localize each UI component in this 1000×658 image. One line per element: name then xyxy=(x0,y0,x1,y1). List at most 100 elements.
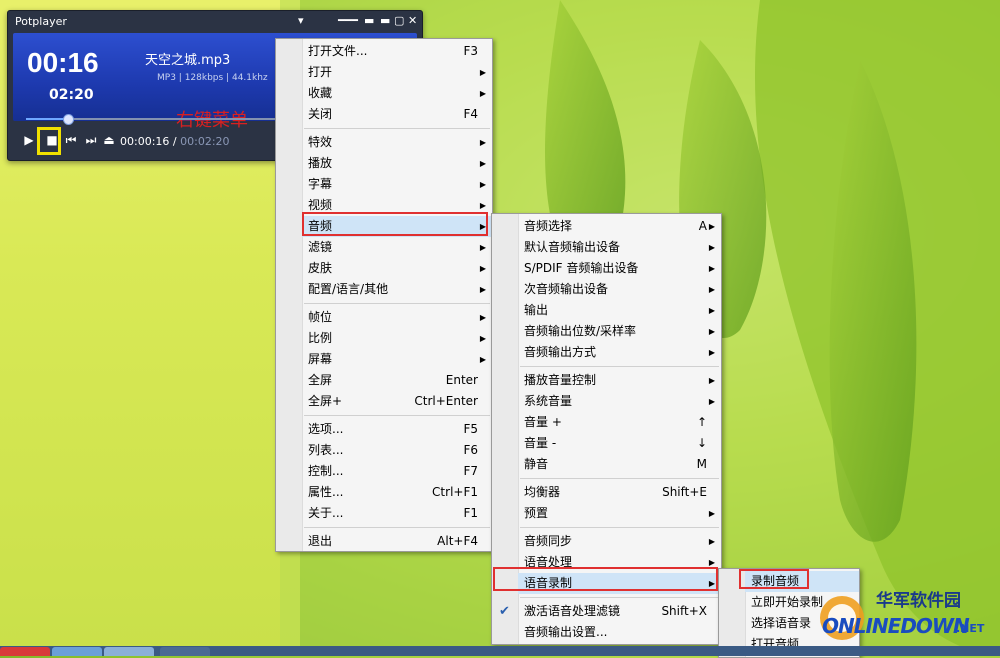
context-menu-item[interactable]: 皮肤 ▶ xyxy=(302,258,492,279)
audio-submenu-item-label: 音频输出方式 xyxy=(524,345,597,359)
context-menu-item-label: 选项... xyxy=(308,422,344,436)
audio-submenu-item-label: 静音 xyxy=(524,457,549,471)
seek-knob[interactable] xyxy=(62,114,74,125)
submenu-arrow-icon: ▶ xyxy=(479,180,486,189)
context-menu-item-label: 关于... xyxy=(308,506,344,520)
context-menu-item[interactable]: 退出 Alt+F4 xyxy=(302,531,492,552)
submenu-arrow-icon: ▶ xyxy=(708,509,715,518)
maximize-icon[interactable]: ▢ xyxy=(394,14,404,27)
audio-submenu-item[interactable]: 音频输出位数/采样率 ▶ xyxy=(518,321,721,342)
submenu-arrow-icon: ▶ xyxy=(708,285,715,294)
watermark-cn: 华军软件园 xyxy=(876,591,961,611)
record-submenu-item-label: 选择语音录 xyxy=(751,616,812,630)
track-samplerate: 44.1khz xyxy=(231,73,268,83)
menu-separator xyxy=(520,597,719,598)
context-menu-item-shortcut: F6 xyxy=(463,443,478,457)
audio-submenu-item[interactable]: 激活语音处理滤镜 Shift+X ✔ xyxy=(499,601,721,622)
context-menu-item[interactable]: 屏幕 ▶ xyxy=(302,349,492,370)
submenu-arrow-icon: ▶ xyxy=(479,89,486,98)
audio-submenu-item[interactable]: 音量 + ↑ xyxy=(518,412,721,433)
audio-submenu-item[interactable]: 系统音量 ▶ xyxy=(518,391,721,412)
submenu-arrow-icon: ▶ xyxy=(479,138,486,147)
context-menu-item[interactable]: 比例 ▶ xyxy=(302,328,492,349)
context-menu-item-label: 全屏 xyxy=(308,373,333,387)
context-menu-item[interactable]: 收藏 ▶ xyxy=(302,83,492,104)
audio-submenu-item-shortcut: Shift+X xyxy=(661,604,707,618)
minimize-icon[interactable]: ▬ xyxy=(364,14,374,27)
context-menu-item-shortcut: Ctrl+F1 xyxy=(432,485,478,499)
context-menu-item[interactable]: 控制... F7 xyxy=(302,461,492,482)
audio-submenu-item[interactable]: 静音 M xyxy=(518,454,721,475)
audio-submenu-item[interactable]: 音频输出设置... xyxy=(518,622,721,643)
context-menu-item-label: 全屏+ xyxy=(308,394,343,408)
context-menu-item[interactable]: 字幕 ▶ xyxy=(302,174,492,195)
menu-separator xyxy=(520,478,719,479)
context-menu-item-shortcut: F5 xyxy=(463,422,478,436)
submenu-arrow-icon: ▶ xyxy=(708,348,715,357)
submenu-arrow-icon: ▶ xyxy=(708,376,715,385)
audio-submenu-item[interactable]: S/PDIF 音频输出设备 ▶ xyxy=(518,258,721,279)
audio-submenu-item[interactable]: 均衡器 Shift+E xyxy=(518,482,721,503)
context-menu-item[interactable]: 全屏+ Ctrl+Enter xyxy=(302,391,492,412)
context-menu-item[interactable]: 属性... Ctrl+F1 xyxy=(302,482,492,503)
previous-icon[interactable]: ⏮ xyxy=(62,131,80,149)
menu-icon-strip xyxy=(276,39,303,551)
volume-mini-slider[interactable]: ━━━ xyxy=(338,14,358,27)
play-icon[interactable]: ▶ xyxy=(20,131,38,149)
audio-submenu-item-label: 激活语音处理滤镜 xyxy=(524,604,621,618)
context-menu-item[interactable]: 列表... F6 xyxy=(302,440,492,461)
audio-submenu-item[interactable]: 默认音频输出设备 ▶ xyxy=(518,237,721,258)
audio-submenu-item[interactable]: 音频同步 ▶ xyxy=(518,531,721,552)
record-submenu-item-label: 立即开始录制 xyxy=(751,595,824,609)
context-menu-item[interactable]: 打开 ▶ xyxy=(302,62,492,83)
context-menu-item[interactable]: 全屏 Enter xyxy=(302,370,492,391)
time-elapsed: 00:00:16 xyxy=(120,135,170,148)
audio-submenu-item[interactable]: 音量 - ↓ xyxy=(518,433,721,454)
audio-submenu-item[interactable]: 播放音量控制 ▶ xyxy=(518,370,721,391)
taskbar-app-1[interactable] xyxy=(0,647,50,656)
eject-icon[interactable]: ⏏ xyxy=(100,131,118,149)
context-menu-item[interactable]: 关于... F1 xyxy=(302,503,492,524)
close-icon[interactable]: ✕ xyxy=(408,14,417,27)
context-menu-item[interactable]: 配置/语言/其他 ▶ xyxy=(302,279,492,300)
audio-submenu-item[interactable]: 音频输出方式 ▶ xyxy=(518,342,721,363)
audio-submenu-item-label: 音量 - xyxy=(524,436,557,450)
context-menu-item[interactable]: 选项... F5 xyxy=(302,419,492,440)
app-title[interactable]: Potplayer xyxy=(15,15,67,28)
submenu-arrow-icon: ▶ xyxy=(479,285,486,294)
track-name: 天空之城.mp3 xyxy=(145,53,231,68)
context-menu-item[interactable]: 打开文件... F3 xyxy=(302,41,492,62)
context-menu-item[interactable]: 滤镜 ▶ xyxy=(302,237,492,258)
context-menu-item-label: 皮肤 xyxy=(308,261,333,275)
context-menu-item[interactable]: 特效 ▶ xyxy=(302,132,492,153)
menu-separator xyxy=(304,303,490,304)
watermark-en: ONLINEDOWN xyxy=(822,614,970,638)
minimize-button[interactable]: ▬ xyxy=(380,14,390,27)
submenu-arrow-icon: ▶ xyxy=(479,68,486,77)
context-menu-item-label: 比例 xyxy=(308,331,333,345)
audio-submenu-item[interactable]: 输出 ▶ xyxy=(518,300,721,321)
context-menu-item-shortcut: F7 xyxy=(463,464,478,478)
total-time-small: 02:20 xyxy=(49,87,94,103)
watermark: 华军软件园 ONLINEDOWN .NET xyxy=(818,578,1000,650)
audio-submenu-item-label: 播放音量控制 xyxy=(524,373,597,387)
chevron-down-icon[interactable]: ▾ xyxy=(298,14,304,27)
taskbar-app-4[interactable] xyxy=(160,647,210,656)
context-menu-item[interactable]: 播放 ▶ xyxy=(302,153,492,174)
context-menu-item-label: 特效 xyxy=(308,135,333,149)
taskbar-app-3[interactable] xyxy=(104,647,154,656)
context-menu-item-shortcut: Enter xyxy=(445,373,478,387)
context-menu-item-label: 屏幕 xyxy=(308,352,333,366)
taskbar-app-2[interactable] xyxy=(52,647,102,656)
context-menu-item-shortcut: F3 xyxy=(463,44,478,58)
audio-submenu-item[interactable]: 次音频输出设备 ▶ xyxy=(518,279,721,300)
submenu-arrow-icon: ▶ xyxy=(479,159,486,168)
submenu-arrow-icon: ▶ xyxy=(479,334,486,343)
submenu-arrow-icon: ▶ xyxy=(479,264,486,273)
audio-submenu-item[interactable]: 音频选择 A ▶ xyxy=(518,216,721,237)
context-menu-item[interactable]: 关闭 F4 xyxy=(302,104,492,125)
context-menu-item[interactable]: 帧位 ▶ xyxy=(302,307,492,328)
context-menu-item-shortcut: F1 xyxy=(463,506,478,520)
next-icon[interactable]: ⏭ xyxy=(82,131,100,149)
audio-submenu-item[interactable]: 预置 ▶ xyxy=(518,503,721,524)
